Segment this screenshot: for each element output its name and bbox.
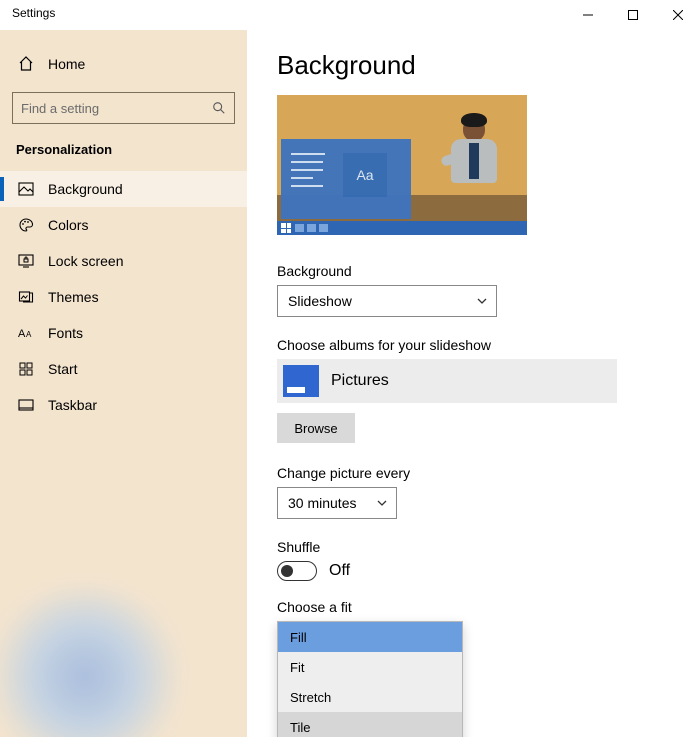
preview-person <box>463 117 497 183</box>
maximize-button[interactable] <box>610 0 655 30</box>
close-icon <box>673 10 683 20</box>
titlebar: Settings <box>0 0 700 30</box>
fit-label: Choose a fit <box>277 599 670 615</box>
sidebar-item-label: Start <box>48 361 78 377</box>
minimize-icon <box>583 10 593 20</box>
minimize-button[interactable] <box>565 0 610 30</box>
page-title: Background <box>277 50 670 81</box>
change-every-select[interactable]: 30 minutes <box>277 487 397 519</box>
background-select-value: Slideshow <box>288 293 352 309</box>
sidebar-item-label: Fonts <box>48 325 83 341</box>
sidebar-item-fonts[interactable]: AA Fonts <box>0 315 247 351</box>
svg-text:A: A <box>18 328 26 340</box>
change-every-value: 30 minutes <box>288 495 356 511</box>
category-header: Personalization <box>0 142 247 171</box>
background-select[interactable]: Slideshow <box>277 285 497 317</box>
settings-window: Settings Home Personaliza <box>0 0 700 737</box>
lock-screen-icon <box>18 253 34 269</box>
home-button[interactable]: Home <box>0 48 247 80</box>
sidebar-item-taskbar[interactable]: Taskbar <box>0 387 247 423</box>
picture-icon <box>18 181 34 197</box>
shuffle-state: Off <box>329 562 350 580</box>
sidebar-item-label: Taskbar <box>48 397 97 413</box>
sidebar-item-label: Lock screen <box>48 253 123 269</box>
main-pane: Background Aa <box>247 30 700 737</box>
sidebar-item-lockscreen[interactable]: Lock screen <box>0 243 247 279</box>
folder-icon <box>283 365 319 397</box>
fit-dropdown[interactable]: Fill Fit Stretch Tile Center Span <box>277 621 463 737</box>
window-title: Settings <box>12 6 55 20</box>
fit-option-fit[interactable]: Fit <box>278 652 462 682</box>
albums-label: Choose albums for your slideshow <box>277 337 670 353</box>
sidebar-item-label: Background <box>48 181 123 197</box>
sidebar-item-label: Colors <box>48 217 88 233</box>
home-icon <box>18 56 34 72</box>
svg-text:A: A <box>26 330 32 339</box>
fonts-icon: AA <box>18 325 34 341</box>
browse-button[interactable]: Browse <box>277 413 355 443</box>
sidebar-item-colors[interactable]: Colors <box>0 207 247 243</box>
palette-icon <box>18 217 34 233</box>
chevron-down-icon <box>476 295 488 307</box>
search-input[interactable] <box>21 101 212 116</box>
preview-taskbar <box>277 221 527 235</box>
album-name: Pictures <box>331 372 389 390</box>
background-label: Background <box>277 263 670 279</box>
desktop-preview: Aa <box>277 95 527 235</box>
shuffle-label: Shuffle <box>277 539 670 555</box>
home-label: Home <box>48 56 85 72</box>
sidebar: Home Personalization Background Colo <box>0 30 247 737</box>
preview-window-overlay: Aa <box>281 139 411 219</box>
taskbar-icon <box>18 397 34 413</box>
fit-option-stretch[interactable]: Stretch <box>278 682 462 712</box>
preview-sample-text: Aa <box>343 153 387 197</box>
sidebar-item-label: Themes <box>48 289 99 305</box>
search-icon <box>212 101 226 115</box>
fit-option-fill[interactable]: Fill <box>278 622 462 652</box>
search-box[interactable] <box>12 92 235 124</box>
change-every-label: Change picture every <box>277 465 670 481</box>
sidebar-item-background[interactable]: Background <box>0 171 247 207</box>
maximize-icon <box>628 10 638 20</box>
themes-icon <box>18 289 34 305</box>
sidebar-item-start[interactable]: Start <box>0 351 247 387</box>
close-button[interactable] <box>655 0 700 30</box>
start-icon <box>18 361 34 377</box>
fit-option-tile[interactable]: Tile <box>278 712 462 737</box>
album-item[interactable]: Pictures <box>277 359 617 403</box>
chevron-down-icon <box>376 497 388 509</box>
sidebar-decoration <box>0 587 190 737</box>
sidebar-item-themes[interactable]: Themes <box>0 279 247 315</box>
shuffle-toggle[interactable] <box>277 561 317 581</box>
